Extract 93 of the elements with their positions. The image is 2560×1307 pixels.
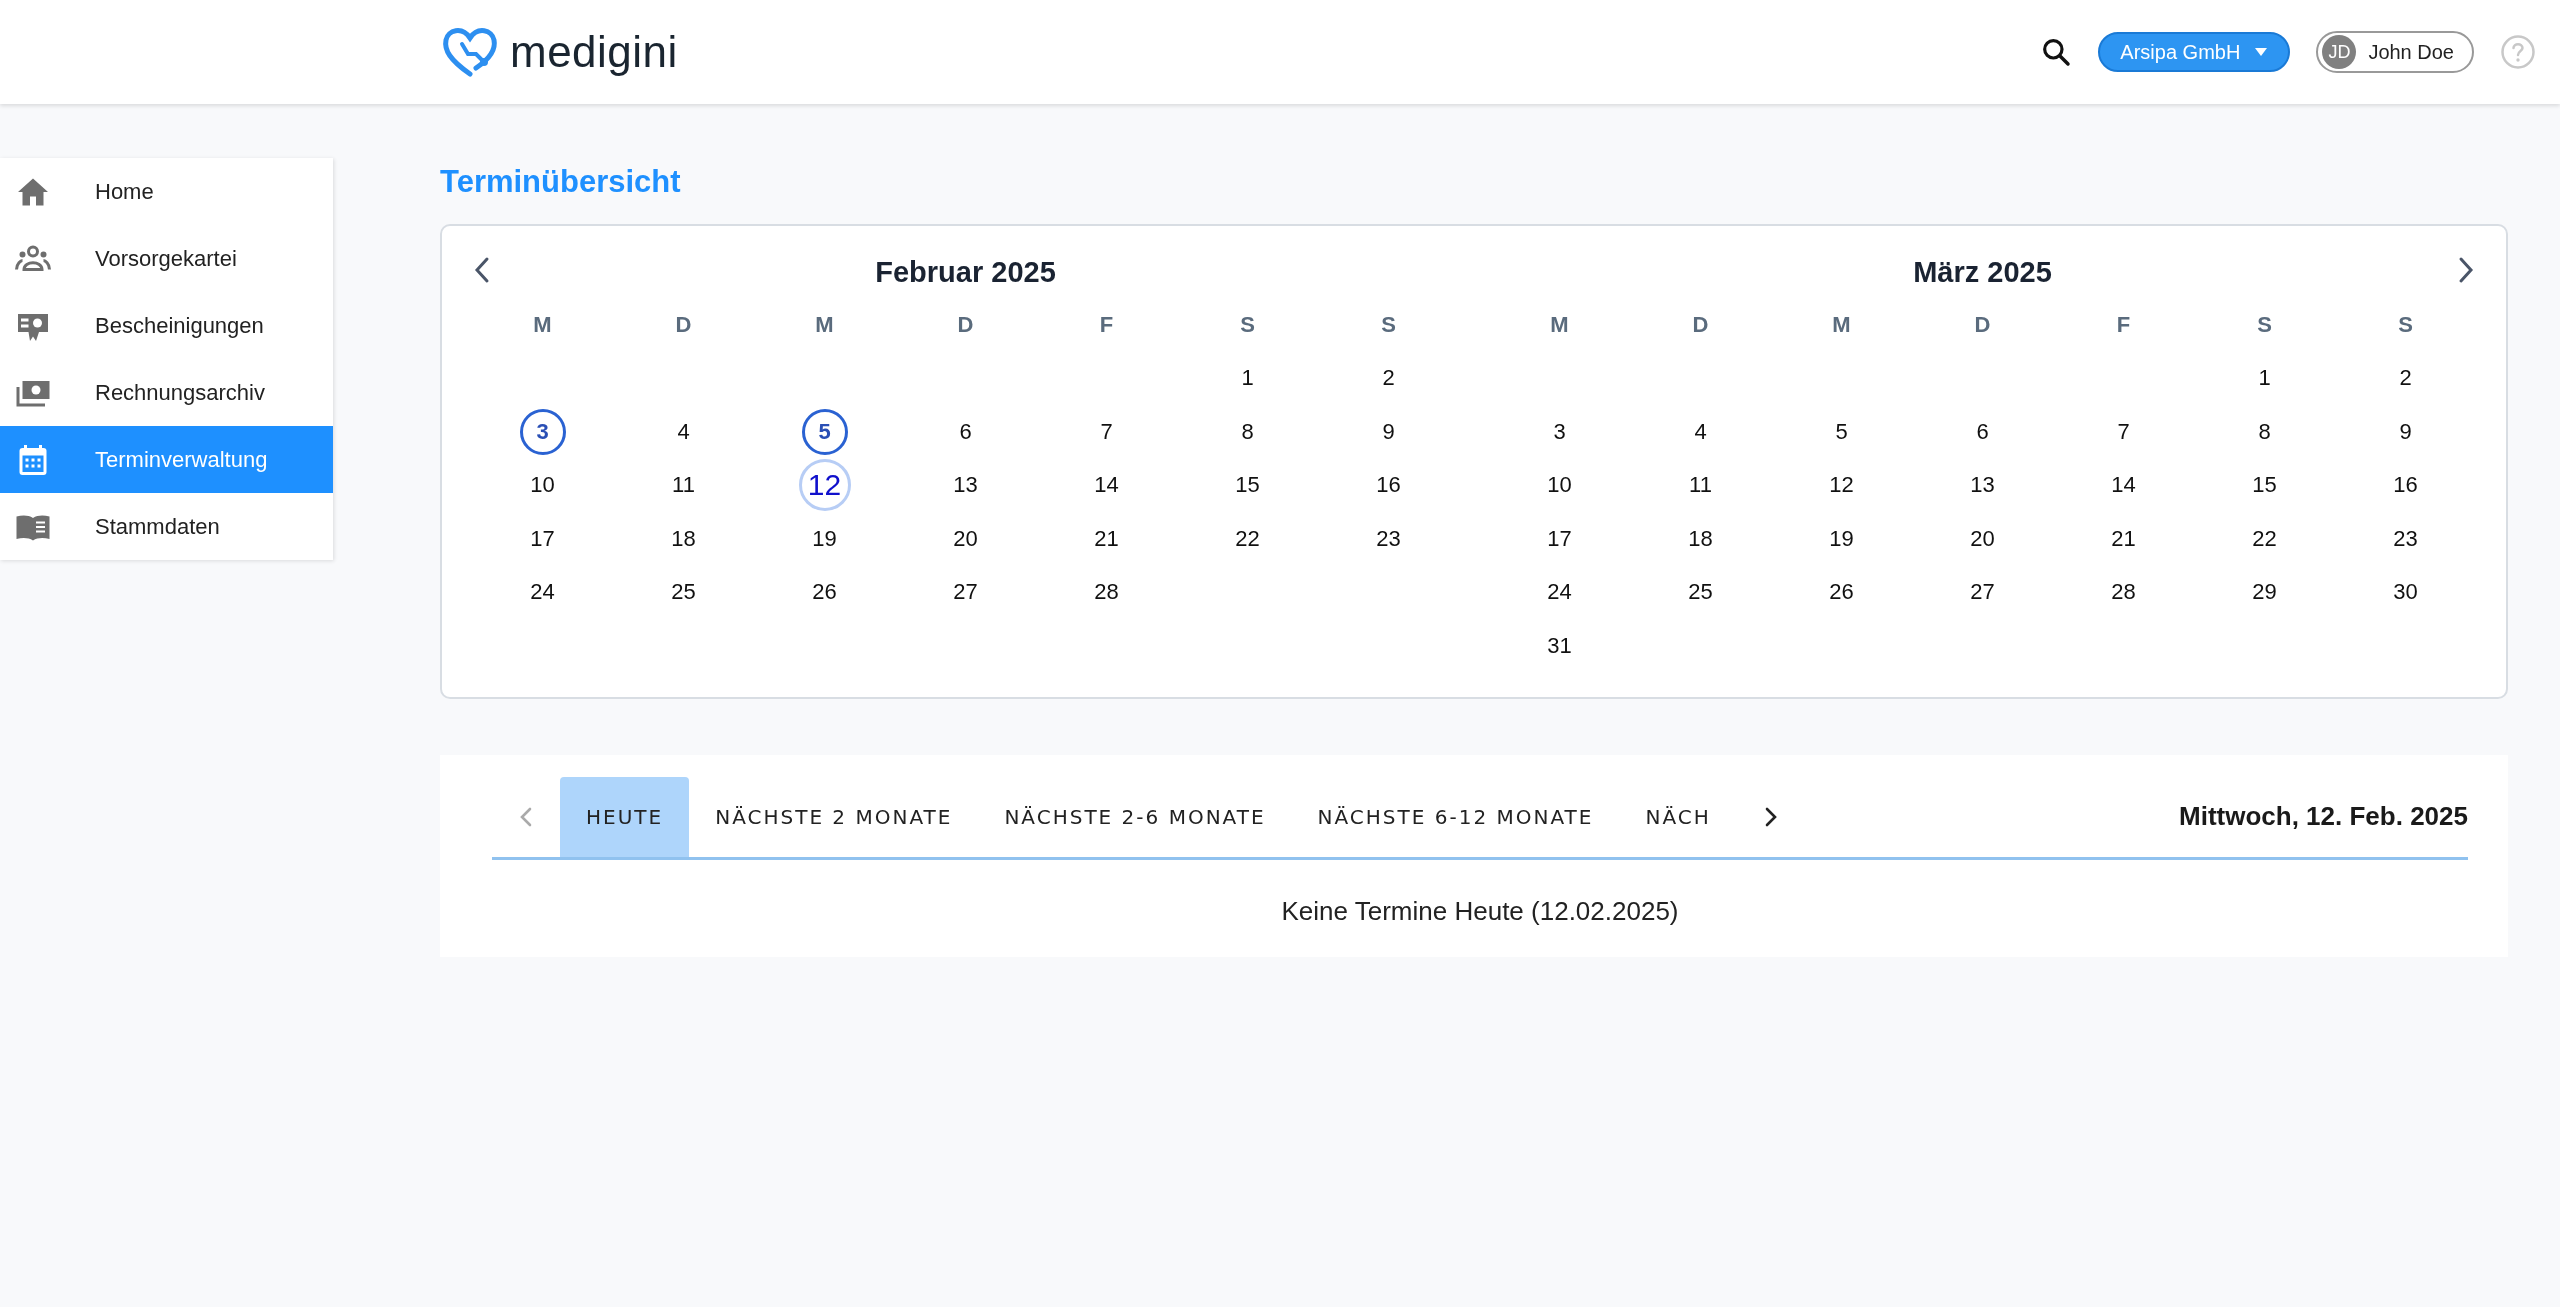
calendar-day[interactable]: 9 [1365, 408, 1412, 455]
weekday-label: M [1832, 311, 1851, 338]
calendar-day[interactable]: 21 [1083, 515, 1130, 562]
period-tab[interactable]: NÄCHSTE 2 MONATE [689, 776, 979, 857]
month-title: März 2025 [1913, 255, 2052, 290]
caret-icon [2254, 47, 2269, 57]
calendar-day[interactable]: 3 [519, 408, 566, 455]
calendar-day[interactable]: 31 [1536, 622, 1583, 669]
calendar-day[interactable]: 4 [1677, 408, 1724, 455]
calendar-day[interactable]: 10 [1536, 462, 1583, 509]
calendar-day[interactable]: 16 [1365, 462, 1412, 509]
calendar-day[interactable]: 27 [942, 569, 989, 616]
calendar-day[interactable]: 1 [2241, 355, 2288, 402]
calendar-day[interactable]: 23 [1365, 515, 1412, 562]
calendar-day[interactable]: 19 [801, 515, 848, 562]
calendar-day[interactable]: 3 [1536, 408, 1583, 455]
calendar-day[interactable]: 9 [2382, 408, 2429, 455]
calendar-day[interactable]: 26 [1818, 569, 1865, 616]
calendar-day[interactable]: 29 [2241, 569, 2288, 616]
period-tab[interactable]: NÄCH [1619, 776, 1737, 857]
weekday-label: S [1240, 311, 1255, 338]
calendar-day[interactable]: 22 [1224, 515, 1271, 562]
calendar-day[interactable]: 6 [1959, 408, 2006, 455]
calendar-day[interactable]: 28 [1083, 569, 1130, 616]
calendar-day[interactable]: 8 [2241, 408, 2288, 455]
calendar-day[interactable]: 2 [1365, 355, 1412, 402]
weekday-label: M [533, 311, 552, 338]
calendar-day[interactable]: 10 [519, 462, 566, 509]
weekday-label: M [1550, 311, 1569, 338]
calendar-day[interactable]: 17 [1536, 515, 1583, 562]
logo-text: medigini [510, 27, 678, 77]
sidebar-item[interactable]: Rechnungsarchiv [0, 359, 333, 426]
sidebar-item[interactable]: Bescheinigungen [0, 292, 333, 359]
weekday-label: F [1099, 311, 1114, 338]
calendar-day[interactable]: 7 [1083, 408, 1130, 455]
calendar-day[interactable]: 5 [1818, 408, 1865, 455]
weekday-label: S [2398, 311, 2413, 338]
calendar-day[interactable]: 15 [1224, 462, 1271, 509]
calendar-day[interactable]: 27 [1959, 569, 2006, 616]
calendar-day[interactable]: 12 [798, 459, 851, 512]
weekday-label: D [675, 311, 692, 338]
calendar-day[interactable]: 16 [2382, 462, 2429, 509]
calendar-day[interactable]: 23 [2382, 515, 2429, 562]
sidebar-item[interactable]: Vorsorgekartei [0, 225, 333, 292]
calendar-day[interactable]: 12 [1818, 462, 1865, 509]
calendar-day[interactable]: 25 [660, 569, 707, 616]
calendar-day[interactable]: 11 [660, 462, 707, 509]
calendar-day[interactable]: 18 [1677, 515, 1724, 562]
calendar-day[interactable]: 11 [1677, 462, 1724, 509]
search-icon[interactable] [2040, 36, 2073, 68]
period-tab[interactable]: HEUTE [560, 776, 690, 857]
calendar-day[interactable]: 19 [1818, 515, 1865, 562]
sidebar-item[interactable]: Home [0, 158, 333, 225]
weekday-label: D [1692, 311, 1709, 338]
period-tab[interactable]: NÄCHSTE 2-6 MONATE [978, 776, 1292, 857]
calendar-day[interactable]: 2 [2382, 355, 2429, 402]
weekday-label: D [1974, 311, 1991, 338]
empty-message: Keine Termine Heute (12.02.2025) [1280, 895, 1680, 927]
calendar-day[interactable]: 22 [2241, 515, 2288, 562]
period-tab[interactable]: NÄCHSTE 6-12 MONATE [1291, 776, 1620, 857]
calendar-day[interactable]: 13 [1959, 462, 2006, 509]
calendar-day[interactable]: 18 [660, 515, 707, 562]
calendar-day[interactable]: 14 [1083, 462, 1130, 509]
weekday-label: M [815, 311, 834, 338]
calendar-day[interactable]: 5 [801, 408, 848, 455]
calendar-day[interactable]: 30 [2382, 569, 2429, 616]
calendar-day[interactable]: 17 [519, 515, 566, 562]
calendar-day[interactable]: 20 [942, 515, 989, 562]
calendar-day[interactable]: 24 [1536, 569, 1583, 616]
calendar-day[interactable]: 1 [1224, 355, 1271, 402]
calendar-day[interactable]: 20 [1959, 515, 2006, 562]
page-title: Terminübersicht [440, 164, 682, 200]
calendar-day[interactable]: 25 [1677, 569, 1724, 616]
user-menu[interactable]: JD John Doe [2316, 31, 2474, 73]
calendar-day[interactable]: 21 [2100, 515, 2147, 562]
calendar-day[interactable]: 4 [660, 408, 707, 455]
current-date: Mittwoch, 12. Feb. 2025 [2179, 801, 2468, 832]
calendar-day[interactable]: 13 [942, 462, 989, 509]
calendar-day[interactable]: 28 [2100, 569, 2147, 616]
month-title: Februar 2025 [875, 255, 1056, 290]
weekday-label: D [957, 311, 974, 338]
calendar-day[interactable]: 26 [801, 569, 848, 616]
weekday-label: S [2257, 311, 2272, 338]
weekday-label: S [1381, 311, 1396, 338]
calendar-day[interactable]: 24 [519, 569, 566, 616]
calendar-day[interactable]: 7 [2100, 408, 2147, 455]
sidebar-item[interactable]: Stammdaten [0, 493, 333, 560]
calendar-day[interactable]: 8 [1224, 408, 1271, 455]
calendar-day[interactable]: 15 [2241, 462, 2288, 509]
calendar-day[interactable]: 14 [2100, 462, 2147, 509]
weekday-label: F [2116, 311, 2131, 338]
avatar: JD [2322, 35, 2357, 69]
calendar-day[interactable]: 6 [942, 408, 989, 455]
